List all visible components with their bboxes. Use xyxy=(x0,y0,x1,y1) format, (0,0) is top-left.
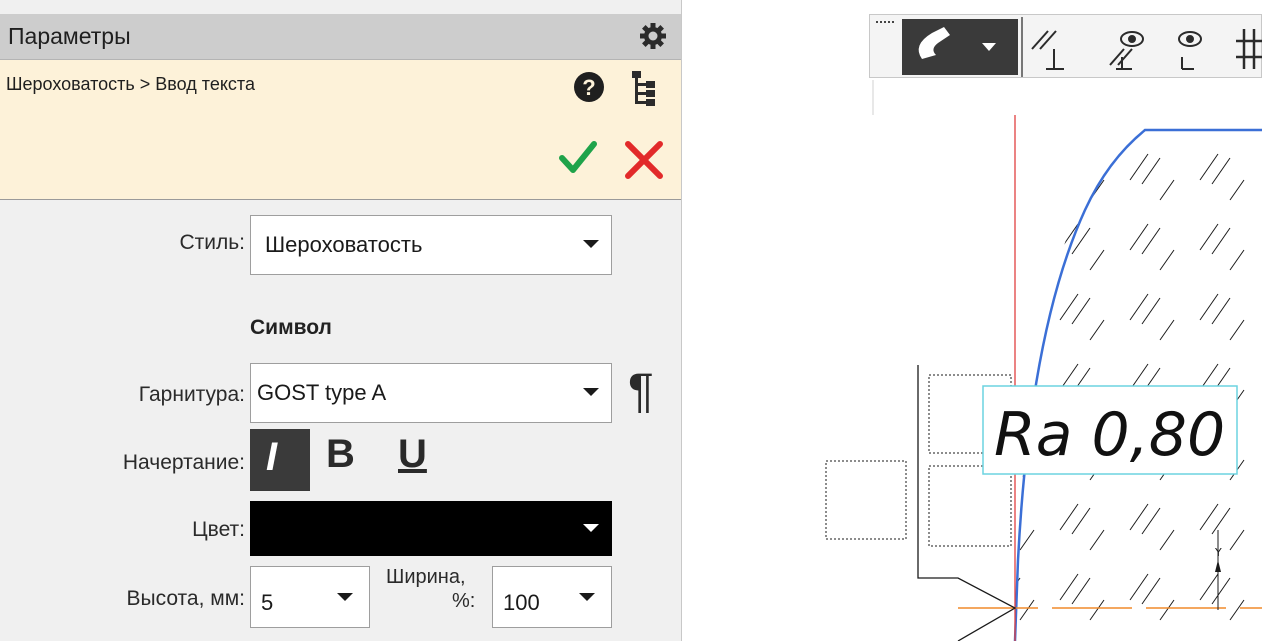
eye-icon[interactable] xyxy=(1109,31,1144,70)
svg-text:?: ? xyxy=(582,75,595,100)
width-value: 100 xyxy=(503,590,540,615)
parameters-panel: Параметры Шероховатость > Ввод текста ? xyxy=(0,0,682,641)
close-icon[interactable] xyxy=(622,138,666,182)
command-area: Шероховатость > Ввод текста ? xyxy=(0,60,681,200)
font-value: GOST type A xyxy=(257,380,387,405)
font-label: Гарнитура: xyxy=(138,383,245,406)
italic-button[interactable]: I xyxy=(250,429,310,491)
check-icon[interactable] xyxy=(558,138,598,178)
chevron-down-icon xyxy=(579,593,595,601)
italic-label: I xyxy=(266,435,278,479)
toolbar-grip-icon[interactable] xyxy=(876,21,894,23)
underline-button[interactable]: U xyxy=(398,432,427,477)
panel-header: Параметры xyxy=(0,14,681,60)
height-label: Высота, мм: xyxy=(126,587,246,610)
section-title-symbol: Символ xyxy=(250,316,332,339)
chevron-down-icon xyxy=(583,388,599,396)
typeface-label: Начертание: xyxy=(122,451,245,474)
placeholder-box[interactable] xyxy=(928,465,1012,547)
color-label: Цвет: xyxy=(192,518,245,541)
height-value: 5 xyxy=(261,590,274,615)
pilcrow-icon[interactable]: ¶ xyxy=(628,364,654,419)
height-select[interactable]: 5 xyxy=(250,566,370,628)
magnet-icon[interactable] xyxy=(902,19,1018,75)
chevron-down-icon xyxy=(583,524,599,532)
grid-icon[interactable] xyxy=(1236,29,1262,69)
panel-title: Параметры xyxy=(8,23,131,49)
tree-icon[interactable] xyxy=(629,68,659,108)
placeholder-box[interactable] xyxy=(825,460,907,540)
style-select[interactable]: Шероховатость xyxy=(250,215,612,275)
eye-icon[interactable] xyxy=(1178,31,1202,70)
drawing-toolbar xyxy=(869,14,1262,78)
width-label-line2: %: xyxy=(452,590,476,612)
breadcrumb: Шероховатость > Ввод текста xyxy=(6,74,255,94)
style-value: Шероховатость xyxy=(265,232,423,257)
font-select[interactable]: GOST type A xyxy=(250,363,612,423)
drawing-canvas[interactable]: Ra 0,80 Y xyxy=(682,0,1262,641)
width-select[interactable]: 100 xyxy=(492,566,612,628)
bold-button[interactable]: B xyxy=(326,432,355,477)
chevron-down-icon xyxy=(337,593,353,601)
help-icon[interactable]: ? xyxy=(573,71,605,103)
width-label-line1: Ширина, xyxy=(386,566,466,588)
color-select[interactable] xyxy=(250,501,612,556)
gear-icon[interactable] xyxy=(638,21,668,51)
roughness-annotation[interactable]: Ra 0,80 xyxy=(994,400,1225,470)
style-label: Стиль: xyxy=(179,231,245,254)
axis-label: Y xyxy=(1214,546,1222,559)
chevron-down-icon xyxy=(583,240,599,248)
toolbar-icons xyxy=(876,17,1262,77)
parallel-icon[interactable] xyxy=(1031,30,1064,70)
